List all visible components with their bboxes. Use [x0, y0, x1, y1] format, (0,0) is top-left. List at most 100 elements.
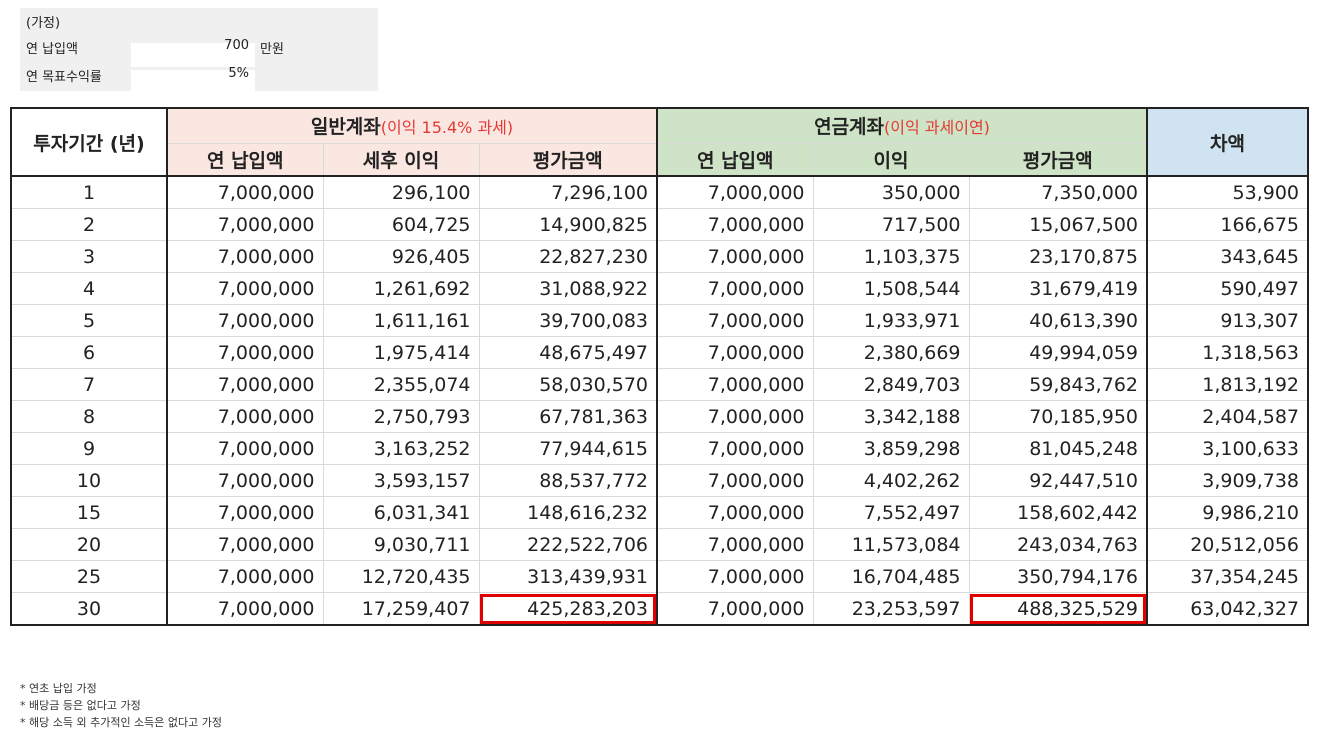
general-value-cell: 67,781,363 — [478, 400, 658, 433]
general-payment-cell: 7,000,000 — [166, 240, 324, 273]
general-value-cell: 425,283,203 — [478, 592, 658, 626]
general-value-cell: 39,700,083 — [478, 304, 658, 337]
annual-payment-unit: 만원 — [260, 42, 284, 57]
general-profit-cell: 604,725 — [322, 208, 480, 241]
period-cell: 6 — [10, 336, 168, 369]
pension-profit-cell: 23,253,597 — [812, 592, 970, 626]
difference-cell: 20,512,056 — [1146, 528, 1309, 561]
assumption-box: (가정) 연 납입액 700 만원 연 목표수익률 5% — [20, 8, 378, 94]
pension-payment-cell: 7,000,000 — [656, 368, 814, 401]
general-profit-cell: 3,163,252 — [322, 432, 480, 465]
general-account-note: (이익 15.4% 과세) — [380, 118, 514, 138]
pension-account-title: 연금계좌 — [814, 116, 885, 139]
target-return-label: 연 목표수익률 — [26, 70, 102, 85]
difference-cell: 1,813,192 — [1146, 368, 1309, 401]
table-row: 15 7,000,000 6,031,341 148,616,232 7,000,000… — [10, 496, 1309, 529]
period-cell: 2 — [10, 208, 168, 241]
table-row: 30 7,000,000 17,259,407 425,283,203 7,000,00… — [10, 592, 1309, 626]
pension-payment-cell: 7,000,000 — [656, 272, 814, 305]
difference-cell: 1,318,563 — [1146, 336, 1309, 369]
header-pension-account: 연금계좌(이익 과세이연) — [656, 107, 1148, 144]
annual-payment-label: 연 납입액 — [26, 42, 78, 57]
assumption-title: (가정) — [26, 16, 61, 31]
table-row: 1 7,000,000 296,100 7,296,100 7,000,000 350,0… — [10, 175, 1309, 209]
period-cell: 9 — [10, 432, 168, 465]
pension-profit-cell: 3,342,188 — [812, 400, 970, 433]
general-profit-cell: 6,031,341 — [322, 496, 480, 529]
pension-payment-cell: 7,000,000 — [656, 304, 814, 337]
pension-payment-cell: 7,000,000 — [656, 592, 814, 626]
general-profit-cell: 2,750,793 — [322, 400, 480, 433]
general-profit-cell: 9,030,711 — [322, 528, 480, 561]
footnotes: * 연초 납입 가정 * 배당금 등은 없다고 가정 * 해당 소득 외 추가적… — [20, 680, 222, 731]
general-value-cell: 31,088,922 — [478, 272, 658, 305]
difference-cell: 3,100,633 — [1146, 432, 1309, 465]
pension-profit-cell: 1,933,971 — [812, 304, 970, 337]
pension-value-cell: 40,613,390 — [968, 304, 1148, 337]
pension-profit-cell: 3,859,298 — [812, 432, 970, 465]
pension-payment-cell: 7,000,000 — [656, 528, 814, 561]
general-value-cell: 22,827,230 — [478, 240, 658, 273]
general-payment-cell: 7,000,000 — [166, 400, 324, 433]
pension-profit-cell: 2,380,669 — [812, 336, 970, 369]
general-profit-cell: 1,611,161 — [322, 304, 480, 337]
header-general-account: 일반계좌(이익 15.4% 과세) — [166, 107, 658, 144]
pension-value-cell: 92,447,510 — [968, 464, 1148, 497]
period-cell: 1 — [10, 175, 168, 209]
annual-payment-value: 700 — [224, 38, 249, 53]
pension-value-cell: 158,602,442 — [968, 496, 1148, 529]
general-value-cell: 148,616,232 — [478, 496, 658, 529]
difference-cell: 2,404,587 — [1146, 400, 1309, 433]
difference-cell: 63,042,327 — [1146, 592, 1309, 626]
table-row: 6 7,000,000 1,975,414 48,675,497 7,000,000 2,… — [10, 336, 1309, 369]
pension-profit-cell: 4,402,262 — [812, 464, 970, 497]
period-cell: 10 — [10, 464, 168, 497]
comparison-table: 투자기간 (년) 일반계좌(이익 15.4% 과세) 연금계좌(이익 과세이연)… — [10, 107, 1309, 626]
general-value-cell: 58,030,570 — [478, 368, 658, 401]
general-profit-cell: 12,720,435 — [322, 560, 480, 593]
period-cell: 5 — [10, 304, 168, 337]
general-value-cell: 313,439,931 — [478, 560, 658, 593]
general-payment-cell: 7,000,000 — [166, 528, 324, 561]
general-profit-cell: 2,355,074 — [322, 368, 480, 401]
pension-profit-cell: 1,103,375 — [812, 240, 970, 273]
general-profit-cell: 926,405 — [322, 240, 480, 273]
general-account-title: 일반계좌 — [310, 116, 381, 139]
general-payment-cell: 7,000,000 — [166, 208, 324, 241]
pension-profit-cell: 16,704,485 — [812, 560, 970, 593]
general-value-cell: 14,900,825 — [478, 208, 658, 241]
general-payment-cell: 7,000,000 — [166, 304, 324, 337]
pension-value-cell: 7,350,000 — [968, 175, 1148, 209]
col-pension-profit: 이익 — [812, 142, 970, 177]
footnote: * 해당 소득 외 추가적인 소득은 없다고 가정 — [20, 716, 223, 729]
general-value-cell: 77,944,615 — [478, 432, 658, 465]
difference-cell: 3,909,738 — [1146, 464, 1309, 497]
target-return-value: 5% — [228, 66, 249, 81]
period-cell: 7 — [10, 368, 168, 401]
period-cell: 4 — [10, 272, 168, 305]
table-row: 2 7,000,000 604,725 14,900,825 7,000,000 717,… — [10, 208, 1309, 241]
table-body: 1 7,000,000 296,100 7,296,100 7,000,000 350,0… — [10, 175, 1309, 626]
general-value-cell: 88,537,772 — [478, 464, 658, 497]
pension-payment-cell: 7,000,000 — [656, 464, 814, 497]
general-payment-cell: 7,000,000 — [166, 272, 324, 305]
general-value-cell: 48,675,497 — [478, 336, 658, 369]
pension-payment-cell: 7,000,000 — [656, 560, 814, 593]
table-row: 5 7,000,000 1,611,161 39,700,083 7,000,000 1,… — [10, 304, 1309, 337]
pension-payment-cell: 7,000,000 — [656, 400, 814, 433]
general-profit-cell: 296,100 — [322, 175, 480, 209]
pension-payment-cell: 7,000,000 — [656, 240, 814, 273]
pension-payment-cell: 7,000,000 — [656, 336, 814, 369]
table-row: 10 7,000,000 3,593,157 88,537,772 7,000,000 4… — [10, 464, 1309, 497]
pension-value-cell: 23,170,875 — [968, 240, 1148, 273]
col-general-payment: 연 납입액 — [166, 142, 324, 177]
pension-value-cell: 49,994,059 — [968, 336, 1148, 369]
pension-profit-cell: 7,552,497 — [812, 496, 970, 529]
difference-cell: 343,645 — [1146, 240, 1309, 273]
header-difference: 차액 — [1146, 107, 1309, 177]
general-payment-cell: 7,000,000 — [166, 560, 324, 593]
difference-cell: 166,675 — [1146, 208, 1309, 241]
pension-profit-cell: 717,500 — [812, 208, 970, 241]
general-payment-cell: 7,000,000 — [166, 432, 324, 465]
pension-value-cell: 31,679,419 — [968, 272, 1148, 305]
